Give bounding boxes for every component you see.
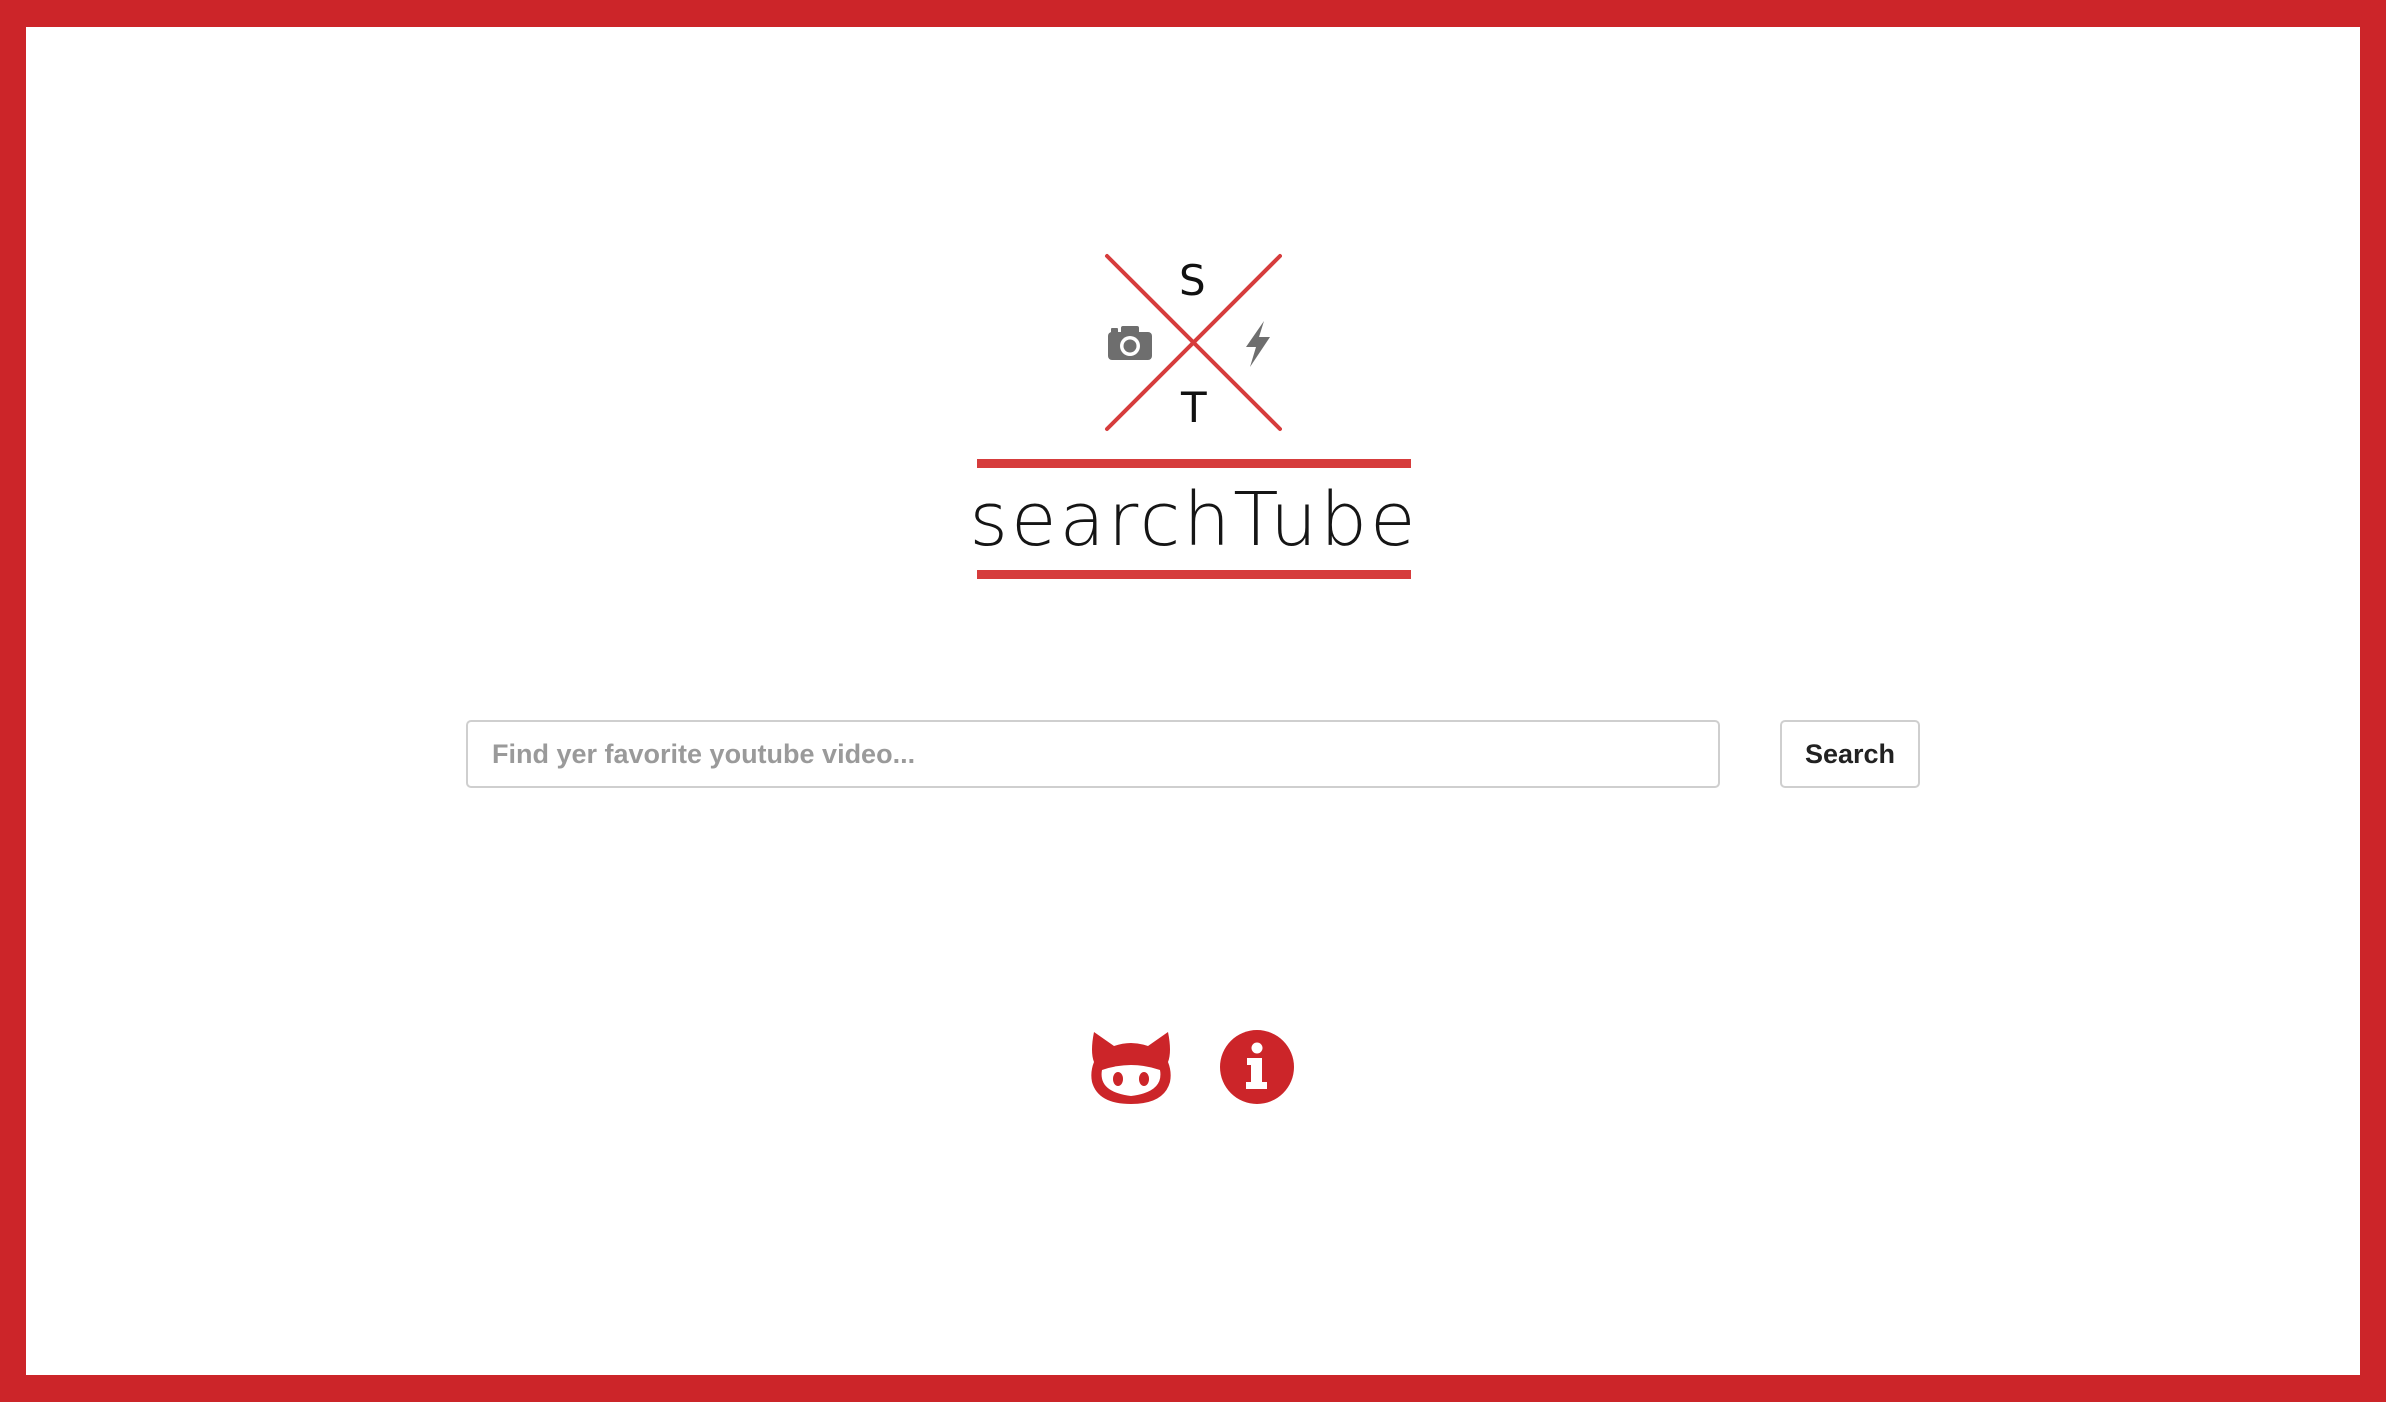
- github-octocat-icon: [1091, 1032, 1171, 1104]
- camera-icon: [1108, 326, 1152, 360]
- logo-bar-bottom: [977, 570, 1411, 579]
- search-button[interactable]: Search: [1780, 720, 1920, 788]
- logo-letter-t: T: [1181, 383, 1207, 432]
- info-icon: [1220, 1030, 1294, 1104]
- github-link[interactable]: [1088, 1030, 1174, 1106]
- logo-wordmark: searchTube: [969, 477, 1419, 563]
- info-link[interactable]: [1220, 1030, 1294, 1104]
- logo-bar-top: [977, 459, 1411, 468]
- lightning-bolt-icon: [1246, 321, 1270, 367]
- search-input[interactable]: [466, 720, 1720, 788]
- logo-letter-s: S: [1179, 256, 1206, 305]
- page-frame: [0, 0, 2386, 1402]
